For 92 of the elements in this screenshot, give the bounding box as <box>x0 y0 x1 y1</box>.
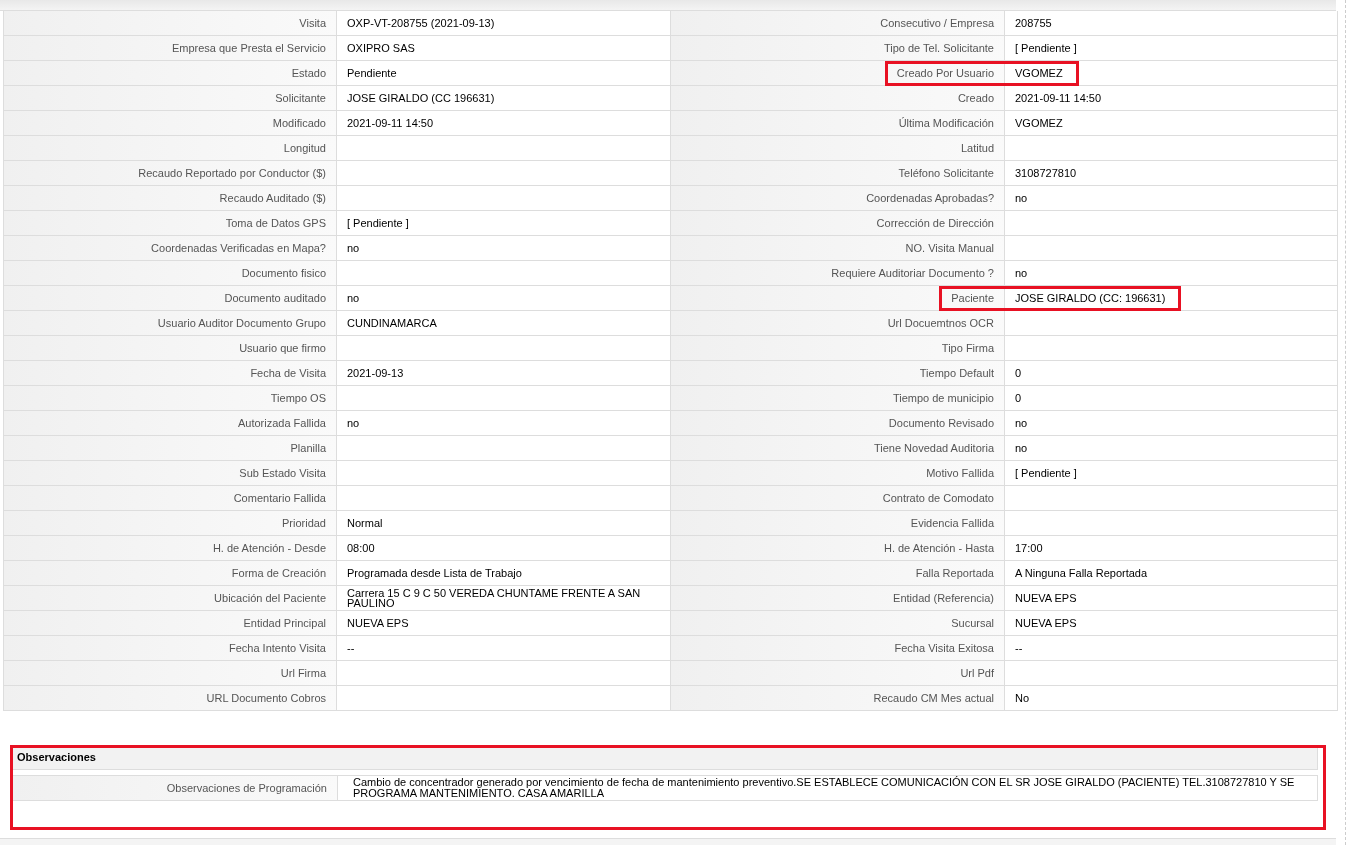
field-label: H. de Atención - Desde <box>4 536 337 561</box>
field-value: NUEVA EPS <box>1005 611 1338 636</box>
field-label: Empresa que Presta el Servicio <box>4 36 337 61</box>
field-label: Comentario Fallida <box>4 486 337 511</box>
field-value: CUNDINAMARCA <box>337 311 671 336</box>
field-value: A Ninguna Falla Reportada <box>1005 561 1338 586</box>
field-value: no <box>337 411 671 436</box>
field-value: Normal <box>337 511 671 536</box>
field-label: Recaudo Auditado ($) <box>4 186 337 211</box>
field-label: H. de Atención - Hasta <box>671 536 1005 561</box>
field-label: Modificado <box>4 111 337 136</box>
field-value: 208755 <box>1005 11 1338 36</box>
field-label: Recaudo Reportado por Conductor ($) <box>4 161 337 186</box>
field-label: Usuario Auditor Documento Grupo <box>4 311 337 336</box>
field-label: Url Firma <box>4 661 337 686</box>
field-label: Sub Estado Visita <box>4 461 337 486</box>
field-value: No <box>1005 686 1338 711</box>
field-label: Documento auditado <box>4 286 337 311</box>
field-value: JOSE GIRALDO (CC 196631) <box>337 86 671 111</box>
field-value: -- <box>1005 636 1338 661</box>
field-value: no <box>337 286 671 311</box>
field-value: -- <box>337 636 671 661</box>
field-label: NO. Visita Manual <box>671 236 1005 261</box>
field-label: Latitud <box>671 136 1005 161</box>
field-value: Pendiente <box>337 61 671 86</box>
field-label: Falla Reportada <box>671 561 1005 586</box>
field-label: Estado <box>4 61 337 86</box>
field-label: Documento Revisado <box>671 411 1005 436</box>
field-label: URL Documento Cobros <box>4 686 337 711</box>
field-label: Autorizada Fallida <box>4 411 337 436</box>
field-label: Entidad Principal <box>4 611 337 636</box>
field-label: Url Docuemtnos OCR <box>671 311 1005 336</box>
field-label: Toma de Datos GPS <box>4 211 337 236</box>
field-label: Planilla <box>4 436 337 461</box>
field-value: [ Pendiente ] <box>337 211 671 236</box>
field-value: 17:00 <box>1005 536 1338 561</box>
field-label: Requiere Auditoriar Documento ? <box>671 261 1005 286</box>
field-label: Corrección de Dirección <box>671 211 1005 236</box>
field-value: no <box>1005 186 1338 211</box>
field-value: 2021-09-11 14:50 <box>1005 86 1338 111</box>
field-value: Programada desde Lista de Trabajo <box>337 561 671 586</box>
field-value: Carrera 15 C 9 C 50 VEREDA CHUNTAME FRENTE A SAN PAULINO <box>337 586 671 611</box>
field-value: no <box>337 236 671 261</box>
field-value: 3108727810 <box>1005 161 1338 186</box>
field-label: Coordenadas Verificadas en Mapa? <box>4 236 337 261</box>
field-value: 2021-09-11 14:50 <box>337 111 671 136</box>
field-value: OXP-VT-208755 (2021-09-13) <box>337 11 671 36</box>
field-label: Fecha Visita Exitosa <box>671 636 1005 661</box>
field-label: Fecha Intento Visita <box>4 636 337 661</box>
field-value: OXIPRO SAS <box>337 36 671 61</box>
field-label: Ubicación del Paciente <box>4 586 337 611</box>
field-value: no <box>1005 261 1338 286</box>
field-label: Sucursal <box>671 611 1005 636</box>
field-value: Cambio de concentrador generado por vencimiento de fecha de mantenimiento preventivo.SE ESTABLECE COMUNICACIÓN CON EL SR JOSE GIRALDO (PACIENTE) TEL.3108727810 Y SE PROGRAMA MANTENIMIENTO. CASA AMARILLA <box>338 776 1318 801</box>
field-label: Forma de Creación <box>4 561 337 586</box>
field-value: VGOMEZ <box>1005 111 1338 136</box>
field-label: Fecha de Visita <box>4 361 337 386</box>
field-label: Solicitante <box>4 86 337 111</box>
field-label: Tipo de Tel. Solicitante <box>671 36 1005 61</box>
field-label: Tiempo Default <box>671 361 1005 386</box>
field-label: Url Pdf <box>671 661 1005 686</box>
field-label: Teléfono Solicitante <box>671 161 1005 186</box>
field-value: [ Pendiente ] <box>1005 36 1338 61</box>
field-label: Prioridad <box>4 511 337 536</box>
field-value: no <box>1005 436 1338 461</box>
field-label: Coordenadas Aprobadas? <box>671 186 1005 211</box>
field-label: Evidencia Fallida <box>671 511 1005 536</box>
field-label: Recaudo CM Mes actual <box>671 686 1005 711</box>
field-label: Documento fisico <box>4 261 337 286</box>
field-label: Contrato de Comodato <box>671 486 1005 511</box>
field-label: Tipo Firma <box>671 336 1005 361</box>
field-value: 08:00 <box>337 536 671 561</box>
field-label: Longitud <box>4 136 337 161</box>
field-label: Tiene Novedad Auditoria <box>671 436 1005 461</box>
field-label: Usuario que firmo <box>4 336 337 361</box>
field-value: no <box>1005 411 1338 436</box>
field-label: Motivo Fallida <box>671 461 1005 486</box>
field-label: Tiempo OS <box>4 386 337 411</box>
field-label: Tiempo de municipio <box>671 386 1005 411</box>
field-value: NUEVA EPS <box>1005 586 1338 611</box>
field-label: Visita <box>4 11 337 36</box>
field-label: Paciente <box>671 286 1005 311</box>
field-value: 2021-09-13 <box>337 361 671 386</box>
field-value: [ Pendiente ] <box>1005 461 1338 486</box>
field-label: Última Modificación <box>671 111 1005 136</box>
field-label: Creado <box>671 86 1005 111</box>
field-label: Consecutivo / Empresa <box>671 11 1005 36</box>
field-value: 0 <box>1005 386 1338 411</box>
field-value: NUEVA EPS <box>337 611 671 636</box>
field-value: 0 <box>1005 361 1338 386</box>
field-label: Observaciones de Programación <box>13 776 338 801</box>
field-label: Entidad (Referencia) <box>671 586 1005 611</box>
